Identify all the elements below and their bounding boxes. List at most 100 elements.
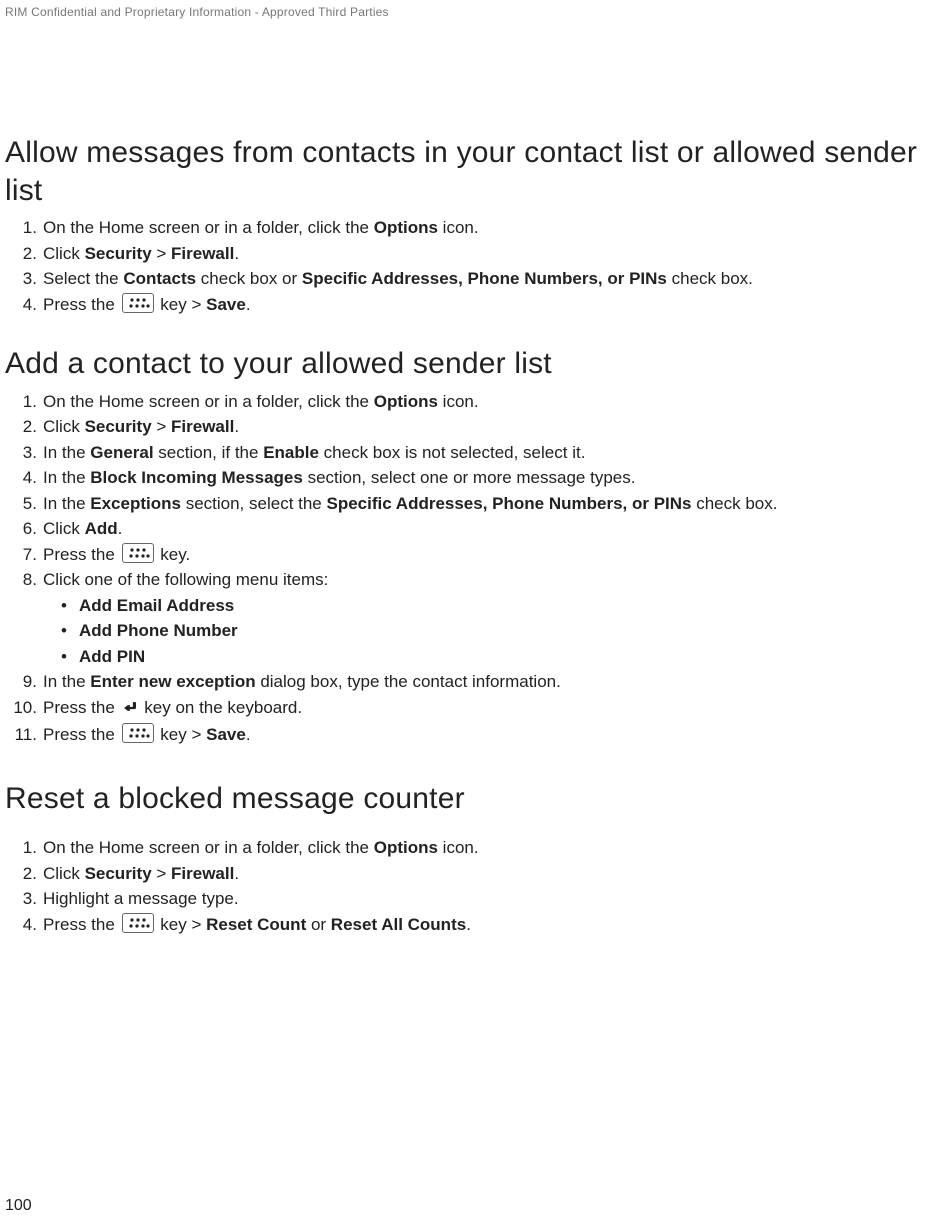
step-text: >	[152, 417, 171, 436]
step-text: check box.	[667, 269, 753, 288]
sub-list-item: Add PIN	[61, 644, 921, 670]
step-number: 9	[13, 669, 37, 695]
step-text: On the Home screen or in a folder, click…	[43, 218, 374, 237]
section-title-allow-messages: Allow messages from contacts in your con…	[5, 134, 921, 209]
step-number: 4	[13, 292, 37, 318]
bold-text: Options	[374, 392, 438, 411]
step-text: Press the	[43, 725, 120, 744]
bold-text: Enter new exception	[90, 672, 255, 691]
step-text: In the	[43, 672, 90, 691]
step-text: .	[246, 725, 251, 744]
step-text: Click	[43, 864, 85, 883]
step-text: >	[152, 864, 171, 883]
step-number: 5	[13, 491, 37, 517]
step-number: 10	[13, 695, 37, 721]
bold-text: Contacts	[123, 269, 196, 288]
bold-text: Specific Addresses, Phone Numbers, or PI…	[302, 269, 667, 288]
bold-text: Reset All Counts	[331, 915, 466, 934]
step-text: section, select one or more message type…	[303, 468, 636, 487]
step-text: dialog box, type the contact information…	[256, 672, 561, 691]
bold-text: Save	[206, 295, 246, 314]
step-text: key >	[156, 915, 207, 934]
step-text: key >	[156, 725, 207, 744]
bold-text: Specific Addresses, Phone Numbers, or PI…	[327, 494, 692, 513]
menu-key-icon	[122, 913, 154, 933]
sub-list-item: Add Phone Number	[61, 618, 921, 644]
list-item: 11 Press the key > Save.	[5, 722, 921, 748]
step-text: Press the	[43, 295, 120, 314]
bold-text: Options	[374, 838, 438, 857]
list-item: 8 Click one of the following menu items:…	[5, 567, 921, 669]
section-title-add-contact: Add a contact to your allowed sender lis…	[5, 345, 921, 383]
step-text: .	[234, 244, 239, 263]
list-item: 3 Highlight a message type.	[5, 886, 921, 912]
bold-text: Save	[206, 725, 246, 744]
step-text: On the Home screen or in a folder, click…	[43, 838, 374, 857]
step-text: key >	[156, 295, 207, 314]
enter-key-icon	[122, 697, 138, 723]
list-item: 5 In the Exceptions section, select the …	[5, 491, 921, 517]
step-text: In the	[43, 468, 90, 487]
bold-text: Security	[85, 244, 152, 263]
step-text: section, select the	[181, 494, 327, 513]
bold-text: Reset Count	[206, 915, 306, 934]
list-item: 2 Click Security > Firewall.	[5, 241, 921, 267]
step-text: On the Home screen or in a folder, click…	[43, 392, 374, 411]
list-item: 1 On the Home screen or in a folder, cli…	[5, 835, 921, 861]
list-item: 2 Click Security > Firewall.	[5, 414, 921, 440]
steps-reset-counter: 1 On the Home screen or in a folder, cli…	[5, 835, 921, 937]
menu-key-icon	[122, 293, 154, 313]
steps-add-contact: 1 On the Home screen or in a folder, cli…	[5, 389, 921, 748]
list-item: 1 On the Home screen or in a folder, cli…	[5, 215, 921, 241]
step-text: In the	[43, 443, 90, 462]
bold-text: Add Email Address	[79, 596, 234, 615]
bold-text: Enable	[263, 443, 319, 462]
step-number: 3	[13, 266, 37, 292]
step-number: 4	[13, 912, 37, 938]
step-text: Select the	[43, 269, 123, 288]
bold-text: General	[90, 443, 153, 462]
step-text: Press the	[43, 915, 120, 934]
step-text: .	[246, 295, 251, 314]
list-item: 4 Press the key > Reset Count or Reset A…	[5, 912, 921, 938]
page-number: 100	[5, 1197, 32, 1215]
bold-text: Add Phone Number	[79, 621, 238, 640]
step-number: 1	[13, 215, 37, 241]
bold-text: Add PIN	[79, 647, 145, 666]
step-number: 1	[13, 389, 37, 415]
step-number: 6	[13, 516, 37, 542]
list-item: 3 Select the Contacts check box or Speci…	[5, 266, 921, 292]
step-text: .	[466, 915, 471, 934]
step-number: 2	[13, 861, 37, 887]
step-text: In the	[43, 494, 90, 513]
step-text: section, if the	[154, 443, 264, 462]
step-text: check box is not selected, select it.	[319, 443, 585, 462]
list-item: 1 On the Home screen or in a folder, cli…	[5, 389, 921, 415]
document-page: RIM Confidential and Proprietary Informa…	[0, 0, 926, 1227]
bold-text: Security	[85, 864, 152, 883]
step-number: 11	[13, 722, 37, 748]
list-item: 4 In the Block Incoming Messages section…	[5, 465, 921, 491]
bold-text: Block Incoming Messages	[90, 468, 303, 487]
sub-list: Add Email Address Add Phone Number Add P…	[43, 593, 921, 670]
step-text: key.	[156, 545, 191, 564]
step-text: icon.	[438, 392, 479, 411]
step-text: or	[306, 915, 331, 934]
step-text: icon.	[438, 218, 479, 237]
bold-text: Exceptions	[90, 494, 181, 513]
step-number: 4	[13, 465, 37, 491]
step-text: Highlight a message type.	[43, 889, 239, 908]
step-number: 8	[13, 567, 37, 593]
step-text: Press the	[43, 698, 120, 717]
step-text: Press the	[43, 545, 120, 564]
step-number: 3	[13, 440, 37, 466]
bold-text: Add	[85, 519, 118, 538]
bold-text: Firewall	[171, 417, 234, 436]
list-item: 7 Press the key.	[5, 542, 921, 568]
list-item: 10 Press the key on the keyboard.	[5, 695, 921, 723]
step-number: 7	[13, 542, 37, 568]
step-text: key on the keyboard.	[140, 698, 303, 717]
step-text: icon.	[438, 838, 479, 857]
list-item: 3 In the General section, if the Enable …	[5, 440, 921, 466]
step-number: 2	[13, 414, 37, 440]
